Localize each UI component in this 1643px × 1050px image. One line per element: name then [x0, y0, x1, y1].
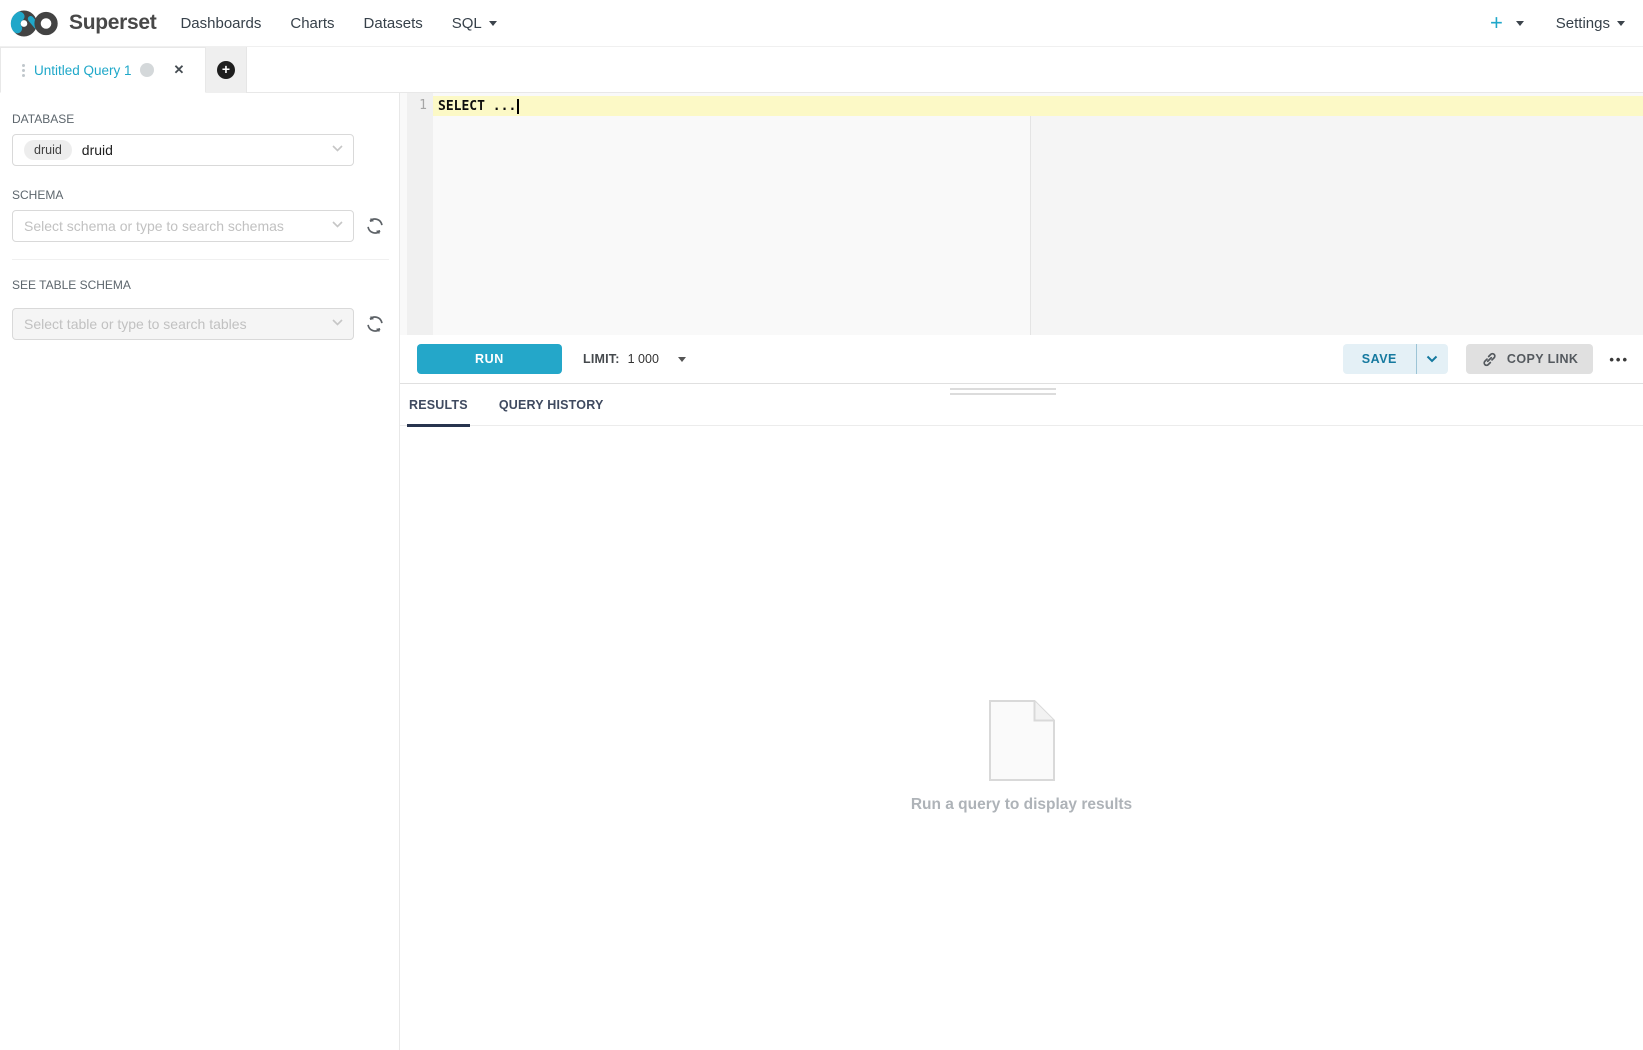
chevron-down-icon [332, 319, 343, 326]
see-table-schema-label: SEE TABLE SCHEMA [12, 278, 389, 292]
sql-code-text: SELECT ... [438, 99, 516, 114]
chevron-down-icon [332, 145, 343, 152]
query-tab-untitled-query-1[interactable]: Untitled Query 1 ✕ [0, 47, 206, 93]
line-number: 1 [407, 96, 427, 116]
database-engine-pill: druid [24, 140, 72, 160]
close-tab-icon[interactable]: ✕ [174, 62, 185, 78]
sql-lab-content: DATABASE druid druid SCHEMA [0, 93, 1643, 1050]
sidebar-divider [12, 259, 389, 260]
save-split-button: SAVE [1343, 344, 1448, 374]
query-tab-title: Untitled Query 1 [34, 63, 132, 78]
results-empty-state: Run a query to display results [400, 426, 1643, 1050]
link-icon [1481, 351, 1498, 368]
results-tab-bar: RESULTS QUERY HISTORY [400, 398, 1643, 426]
editor-code-area[interactable]: SELECT ... [433, 96, 1643, 335]
limit-value: 1 000 [628, 352, 659, 366]
nav-item-sql-menu[interactable]: SQL [452, 15, 497, 32]
schema-label: SCHEMA [12, 188, 389, 202]
nav-item-dashboards[interactable]: Dashboards [180, 15, 261, 32]
tab-results[interactable]: RESULTS [409, 398, 468, 425]
chevron-down-icon [332, 221, 343, 228]
add-query-tab-button[interactable]: + [206, 47, 247, 93]
results-pane: RESULTS QUERY HISTORY Run a query to dis… [400, 383, 1643, 1050]
chevron-down-icon [1426, 355, 1438, 363]
nav-item-charts[interactable]: Charts [290, 15, 334, 32]
pane-resize-handle[interactable] [950, 388, 1056, 398]
new-item-menu[interactable]: + [1490, 12, 1524, 34]
settings-menu[interactable]: Settings [1556, 15, 1625, 32]
copy-link-button[interactable]: COPY LINK [1466, 344, 1593, 374]
sql-editor-pane: 1 SELECT ... RUN LIMIT: 1 000 SAVE [400, 93, 1643, 1050]
superset-home-link[interactable]: Superset [10, 8, 156, 39]
top-navbar: Superset Dashboards Charts Datasets SQL … [0, 0, 1643, 47]
refresh-icon [365, 314, 385, 334]
database-select[interactable]: druid druid [12, 134, 354, 166]
schema-select-input[interactable] [24, 218, 327, 234]
refresh-schemas-button[interactable] [365, 216, 385, 236]
refresh-tables-button[interactable] [365, 314, 385, 334]
limit-label: LIMIT: [583, 352, 620, 366]
query-status-indicator [140, 63, 154, 77]
schema-select[interactable] [12, 210, 354, 242]
refresh-icon [365, 216, 385, 236]
editor-toolbar: RUN LIMIT: 1 000 SAVE [400, 335, 1643, 383]
editor-gutter: 1 [407, 93, 433, 335]
tab-query-history[interactable]: QUERY HISTORY [499, 398, 604, 425]
table-select-input[interactable] [24, 316, 327, 332]
caret-down-icon [489, 21, 497, 26]
brand-name: Superset [69, 11, 156, 35]
sql-code-editor[interactable]: 1 SELECT ... [400, 93, 1643, 335]
caret-down-icon [1617, 21, 1625, 26]
limit-dropdown[interactable]: LIMIT: 1 000 [583, 352, 686, 366]
table-select[interactable] [12, 308, 354, 340]
database-selected-value: druid [82, 142, 113, 158]
run-query-button[interactable]: RUN [417, 344, 562, 374]
schema-browser-sidebar: DATABASE druid druid SCHEMA [0, 93, 400, 1050]
plus-icon: + [1490, 12, 1503, 34]
caret-down-icon [678, 357, 686, 362]
main-nav: Dashboards Charts Datasets SQL [180, 15, 525, 32]
nav-item-datasets[interactable]: Datasets [364, 15, 423, 32]
plus-circle-icon: + [217, 61, 235, 79]
caret-down-icon [1516, 21, 1524, 26]
text-cursor [517, 99, 519, 114]
empty-document-icon [989, 700, 1055, 781]
more-actions-menu-icon[interactable]: ••• [1609, 352, 1629, 367]
tab-drag-handle-icon[interactable] [22, 64, 25, 77]
query-tab-strip: Untitled Query 1 ✕ + [0, 47, 1643, 93]
toolbar-right: SAVE COPY LINK ••• [1343, 344, 1629, 374]
save-options-button[interactable] [1417, 344, 1448, 374]
save-query-button[interactable]: SAVE [1343, 344, 1416, 374]
database-label: DATABASE [12, 112, 389, 126]
editor-active-line[interactable]: SELECT ... [433, 96, 1643, 116]
header-right: + Settings [1490, 12, 1625, 34]
editor-print-margin [1030, 116, 1031, 335]
empty-state-message: Run a query to display results [911, 796, 1132, 814]
superset-logo-icon [10, 8, 60, 39]
